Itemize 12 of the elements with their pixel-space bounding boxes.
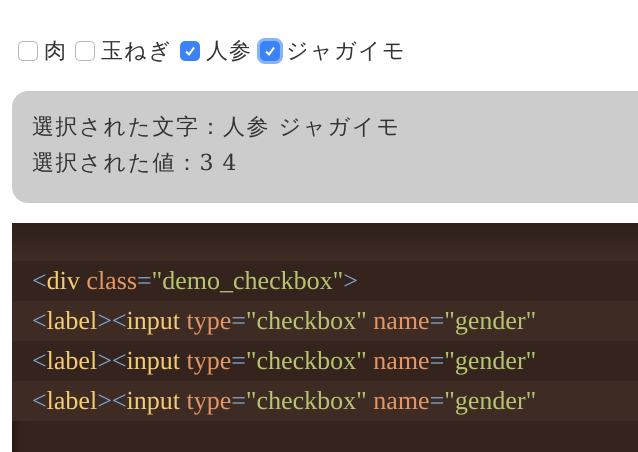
checkbox[interactable] (18, 41, 38, 61)
checkbox-option[interactable]: ジャガイモ (260, 36, 406, 66)
checkbox[interactable] (260, 41, 280, 61)
checkbox-option[interactable]: 肉 (18, 36, 67, 66)
check-icon (264, 45, 276, 57)
checkbox-option[interactable]: 玉ねぎ (75, 36, 172, 66)
result-text: 選択された値：3 4 (32, 150, 238, 178)
check-icon (184, 45, 196, 57)
result-text: 選択された文字：人参 ジャガイモ (32, 114, 402, 142)
checkbox[interactable] (75, 41, 95, 61)
checkbox[interactable] (180, 41, 200, 61)
checkbox-option[interactable]: 人参 (180, 36, 252, 66)
